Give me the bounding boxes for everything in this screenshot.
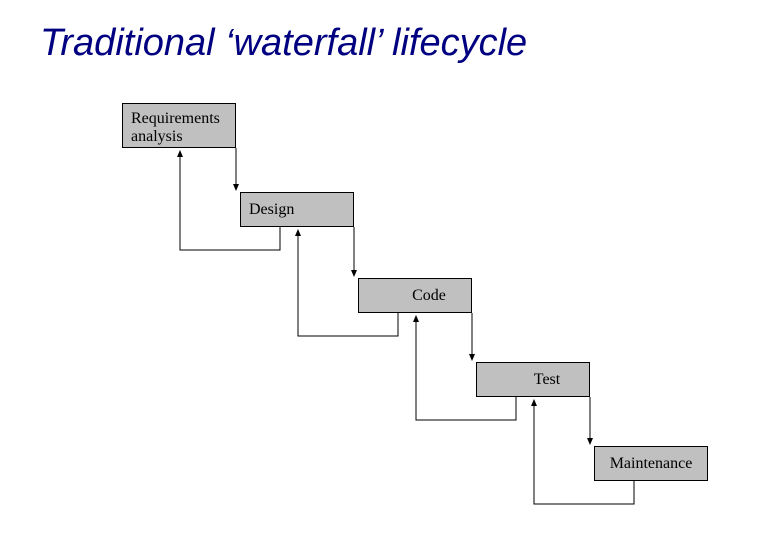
- stage-design: Design: [240, 192, 354, 227]
- stage-maintenance: Maintenance: [594, 446, 708, 481]
- stage-code: Code: [358, 278, 472, 313]
- diagram-title: Traditional ‘waterfall’ lifecycle: [40, 22, 527, 65]
- stage-test: Test: [476, 362, 590, 397]
- stage-requirements: Requirements analysis: [122, 103, 236, 148]
